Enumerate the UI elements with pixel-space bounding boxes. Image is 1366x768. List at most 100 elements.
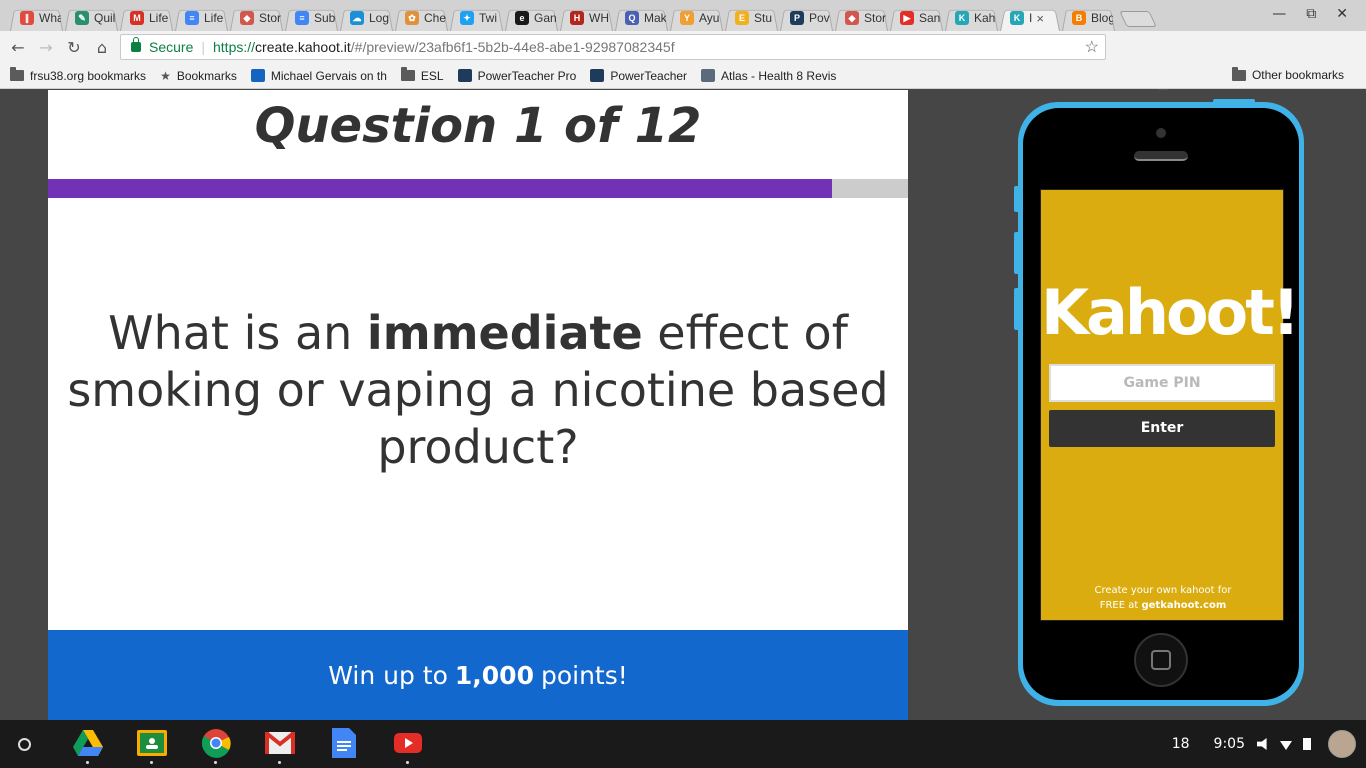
phone-home-button xyxy=(1134,633,1188,687)
close-window-button[interactable]: ✕ xyxy=(1336,6,1348,22)
kahoot-logo: Kahoot! xyxy=(1041,276,1300,349)
points-pre: Win up to xyxy=(328,660,448,690)
browser-tab[interactable]: B Blog xyxy=(1058,5,1119,31)
back-icon[interactable]: ← xyxy=(4,38,32,57)
other-bookmarks[interactable]: Other bookmarks xyxy=(1231,66,1344,82)
new-tab-button[interactable] xyxy=(1119,11,1157,27)
tab-title: Blog xyxy=(1091,11,1113,25)
browser-tab[interactable]: Y Ayu xyxy=(666,5,727,31)
restore-button[interactable]: ⧉ xyxy=(1306,6,1316,22)
tab-favicon-icon: ✎ xyxy=(75,11,89,25)
browser-tab[interactable]: M Life xyxy=(116,5,177,31)
browser-tab[interactable]: ☁ Log xyxy=(336,5,397,31)
browser-tab[interactable]: e Gan xyxy=(501,5,562,31)
avatar[interactable] xyxy=(1328,730,1356,758)
bookmarks-bar: frsu38.org bookmarks ★ Bookmarks Michael Ge… xyxy=(0,63,1366,89)
system-tray[interactable]: 18 9:05 xyxy=(1172,720,1366,768)
browser-tab[interactable]: ≡ Sub xyxy=(281,5,342,31)
phone-speaker xyxy=(1134,151,1188,161)
tab-favicon-icon: ✦ xyxy=(460,11,474,25)
browser-tab[interactable]: ◆ Stor xyxy=(226,5,287,31)
tab-title: Twi xyxy=(479,11,497,25)
bookmark-item[interactable]: ESL xyxy=(400,67,444,83)
running-indicator xyxy=(150,761,153,764)
browser-tab[interactable]: H WH xyxy=(556,5,617,31)
browser-tab[interactable]: ≡ Life xyxy=(171,5,232,31)
tab-favicon-icon: ▶ xyxy=(900,11,914,25)
bookmark-favicon-icon xyxy=(457,69,472,82)
bookmark-item[interactable]: PowerTeacher Pro xyxy=(457,68,577,83)
google-classroom-icon[interactable] xyxy=(136,728,168,764)
url-scheme: https:// xyxy=(213,39,256,55)
promo-site-link[interactable]: getkahoot.com xyxy=(1141,600,1226,611)
browser-tab[interactable]: ✎ Quil xyxy=(61,5,122,31)
chrome-icon[interactable] xyxy=(200,728,232,764)
forward-icon[interactable]: → xyxy=(32,38,60,57)
bookmark-star-icon[interactable]: ☆ xyxy=(1085,37,1099,57)
secure-label: Secure xyxy=(149,39,194,55)
lock-icon xyxy=(131,37,141,52)
tab-favicon-icon: M xyxy=(130,11,144,25)
enter-button[interactable]: Enter xyxy=(1049,410,1275,447)
question-text-emphasis: immediate xyxy=(366,306,643,360)
running-indicator xyxy=(214,761,217,764)
browser-tab[interactable]: ▶ San xyxy=(886,5,947,31)
tab-favicon-icon: e xyxy=(515,11,529,25)
minimize-button[interactable]: — xyxy=(1272,6,1286,22)
notification-count[interactable]: 18 xyxy=(1172,736,1190,752)
tab-strip: ∥ Wha ✎ Quil M Life ≡ Life ◆ Stor ≡ Sub ☁ Log ✿ Che ✦ Twi… xyxy=(0,0,1366,31)
browser-tab[interactable]: Q Mak xyxy=(611,5,672,31)
running-indicator xyxy=(86,761,89,764)
game-pin-input[interactable]: Game PIN xyxy=(1049,364,1275,402)
tab-favicon-icon: ☁ xyxy=(350,11,364,25)
google-docs-icon[interactable] xyxy=(328,728,360,758)
bookmark-label: Atlas - Health 8 Revis xyxy=(721,68,837,83)
question-text-pre: What is an xyxy=(108,306,367,360)
tab-title: Ayu xyxy=(699,11,720,25)
bookmark-item[interactable]: PowerTeacher xyxy=(590,69,687,83)
home-icon[interactable]: ⌂ xyxy=(88,38,116,57)
url-host: create.kahoot.it xyxy=(255,39,351,55)
tab-favicon-icon: Q xyxy=(625,11,639,25)
reload-icon[interactable]: ↻ xyxy=(60,38,88,57)
bookmark-item[interactable]: Michael Gervais on th xyxy=(250,69,387,83)
tab-favicon-icon: K xyxy=(955,11,969,25)
bookmark-item[interactable]: Atlas - Health 8 Revis xyxy=(701,69,836,83)
bookmark-label: frsu38.org bookmarks xyxy=(30,68,147,83)
browser-tab[interactable]: ✦ Twi xyxy=(446,5,507,31)
browser-tab[interactable]: E Stu xyxy=(721,5,782,31)
tab-title: Stor xyxy=(259,11,281,25)
phone-camera xyxy=(1156,128,1166,138)
bookmark-item[interactable]: frsu38.org bookmarks xyxy=(10,67,147,83)
tab-title: Stor xyxy=(864,11,886,25)
question-counter: Question 1 of 12 xyxy=(254,98,702,154)
browser-tab[interactable]: ✿ Che xyxy=(391,5,452,31)
launcher-icon[interactable] xyxy=(18,738,31,751)
gmail-icon[interactable] xyxy=(264,728,296,764)
browser-tab[interactable]: ◆ Stor xyxy=(831,5,892,31)
other-bookmarks-label: Other bookmarks xyxy=(1251,68,1344,82)
google-drive-icon[interactable] xyxy=(72,728,104,764)
tab-title: Mak xyxy=(644,11,666,25)
youtube-icon[interactable] xyxy=(392,728,424,764)
bookmark-favicon-icon xyxy=(701,69,716,82)
bookmark-favicon-icon xyxy=(590,69,605,82)
wifi-icon xyxy=(1280,741,1292,750)
tab-title: Sub xyxy=(314,11,336,25)
browser-tab[interactable]: K Kah xyxy=(941,5,1002,31)
browser-tab[interactable]: ∥ Wha xyxy=(6,5,67,31)
browser-tab[interactable]: P Pov xyxy=(776,5,837,31)
browser-tab[interactable]: K I × xyxy=(996,5,1064,31)
bookmark-label: PowerTeacher Pro xyxy=(477,68,577,83)
tab-favicon-icon: ≡ xyxy=(185,11,199,25)
omnibox[interactable]: Secure | https:// create.kahoot.it /#/pr… xyxy=(120,34,1106,60)
tab-title: Wha xyxy=(39,11,61,25)
tab-title: Gan xyxy=(534,11,556,25)
promo-line2: FREE at getkahoot.com xyxy=(1041,598,1285,613)
bookmark-favicon-icon xyxy=(250,69,265,82)
question-progress-bar xyxy=(48,179,908,198)
phone-screen: Kahoot! Game PIN Enter Create your own k… xyxy=(1040,189,1300,621)
question-progress-fill xyxy=(48,179,833,198)
tab-close-icon[interactable]: × xyxy=(1036,11,1044,26)
bookmark-item[interactable]: ★ Bookmarks xyxy=(160,69,237,83)
